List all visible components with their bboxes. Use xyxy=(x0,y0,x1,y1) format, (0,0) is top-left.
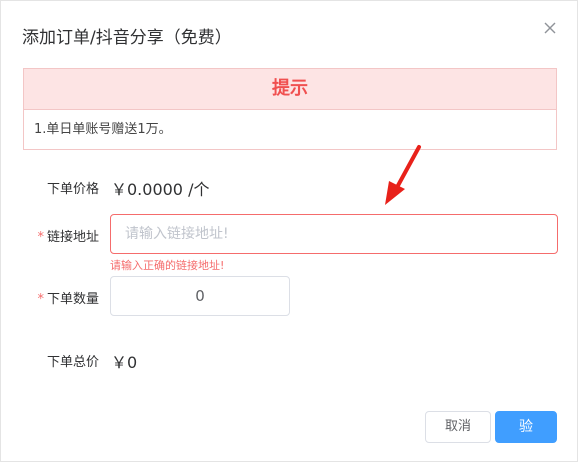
price-value: ￥0.0000 /个 xyxy=(111,180,210,199)
url-label-row: * 链接地址 xyxy=(13,226,99,245)
quantity-label: 下单数量 xyxy=(46,292,99,307)
quantity-input[interactable] xyxy=(110,276,290,316)
total-label: 下单总价 xyxy=(46,355,99,370)
dialog-title: 添加订单/抖音分享（免费） xyxy=(22,28,232,48)
total-value: ￥0 xyxy=(111,353,138,372)
url-error: 请输入正确的链接地址! xyxy=(110,259,225,272)
add-order-dialog: 添加订单/抖音分享（免费） 提示 1.单日单账号赠送1万。 下单价格 ￥0.00… xyxy=(0,0,578,462)
notice-message: 1.单日单账号赠送1万。 xyxy=(34,122,172,137)
cancel-button[interactable]: 取消 xyxy=(425,411,491,443)
required-mark: * xyxy=(37,292,44,307)
url-label: 链接地址 xyxy=(46,230,99,245)
notice-alert: 提示 1.单日单账号赠送1万。 xyxy=(23,68,557,150)
confirm-button[interactable]: 验 xyxy=(495,411,557,443)
red-arrow-icon xyxy=(385,145,421,205)
price-label: 下单价格 xyxy=(46,182,99,197)
url-input[interactable] xyxy=(110,214,558,254)
notice-heading: 提示 xyxy=(24,69,556,110)
required-mark: * xyxy=(37,230,44,245)
close-icon[interactable] xyxy=(541,19,559,37)
quantity-label-row: * 下单数量 xyxy=(13,288,99,307)
